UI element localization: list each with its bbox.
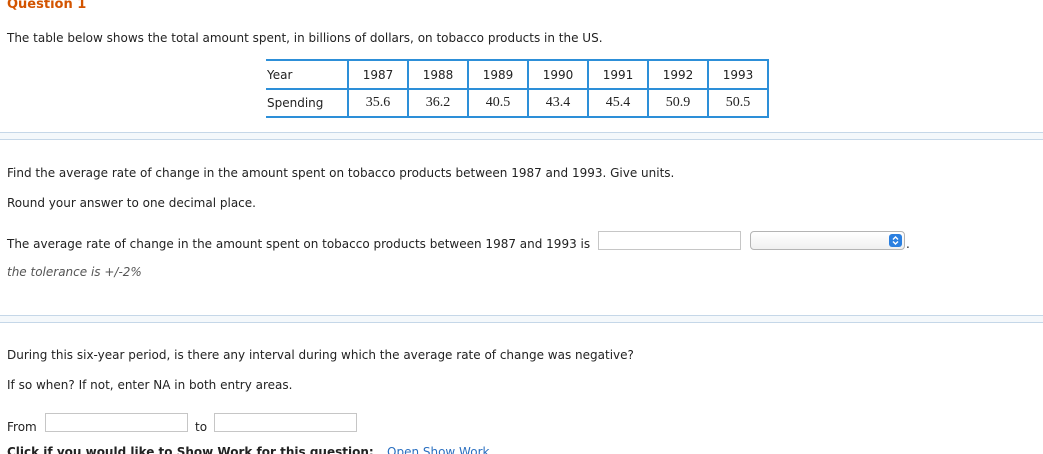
question-intro: The table below shows the total amount s…: [7, 31, 603, 45]
open-show-work-link[interactable]: Open Show Work: [387, 445, 489, 454]
from-input[interactable]: [45, 413, 188, 432]
part2-instruction: If so when? If not, enter NA in both ent…: [7, 378, 293, 392]
year-cell: 1992: [647, 59, 709, 90]
round-note: Round your answer to one decimal place.: [7, 196, 256, 210]
year-cell: 1987: [347, 59, 409, 90]
spending-cell: 35.6: [347, 88, 409, 118]
from-label: From: [7, 420, 37, 434]
to-input[interactable]: [214, 413, 357, 432]
units-select[interactable]: [750, 231, 905, 250]
up-down-arrow-icon: [889, 234, 902, 247]
spending-cell: 50.9: [647, 88, 709, 118]
year-cell: 1988: [407, 59, 469, 90]
spending-cell: 43.4: [527, 88, 589, 118]
year-cell: 1993: [707, 59, 769, 90]
part1-prompt: Find the average rate of change in the a…: [7, 166, 675, 180]
row-label-spending: Spending: [266, 88, 349, 118]
rate-answer-input[interactable]: [598, 231, 741, 250]
spending-cell: 50.5: [707, 88, 769, 118]
table-row-spending: Spending 35.6 36.2 40.5 43.4 45.4 50.9 5…: [266, 88, 769, 118]
year-cell: 1991: [587, 59, 649, 90]
section-divider: [0, 315, 1043, 323]
question-title: Question 1: [7, 0, 87, 12]
period-mark: .: [906, 237, 910, 251]
year-cell: 1989: [467, 59, 529, 90]
row-label-year: Year: [266, 59, 349, 90]
spending-cell: 45.4: [587, 88, 649, 118]
tolerance-note: the tolerance is +/-2%: [7, 265, 142, 279]
spending-table: Year 1987 1988 1989 1990 1991 1992 1993 …: [266, 59, 769, 118]
spending-cell: 40.5: [467, 88, 529, 118]
answer-sentence: The average rate of change in the amount…: [7, 237, 591, 251]
to-label: to: [195, 420, 208, 434]
section-divider: [0, 132, 1043, 140]
part2-prompt: During this six-year period, is there an…: [7, 348, 634, 362]
table-row-years: Year 1987 1988 1989 1990 1991 1992 1993: [266, 59, 769, 90]
year-cell: 1990: [527, 59, 589, 90]
spending-cell: 36.2: [407, 88, 469, 118]
show-work-prompt: Click if you would like to Show Work for…: [7, 445, 374, 454]
